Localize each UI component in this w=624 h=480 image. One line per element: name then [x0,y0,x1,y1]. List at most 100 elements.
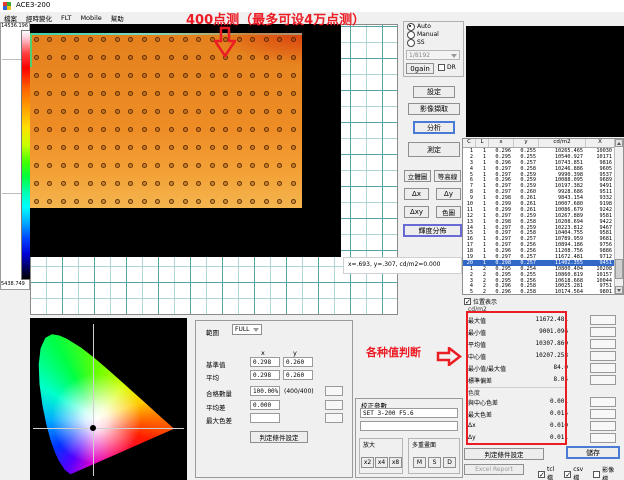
measure-point [264,37,269,42]
stat-limit-box[interactable] [590,351,616,361]
max-diff-field[interactable] [250,413,280,423]
base-y-field[interactable]: 0.260 [283,357,313,367]
contour-button[interactable]: 等高線 [434,170,461,182]
analyze-button[interactable]: 分析 [413,121,455,134]
color-map-button[interactable]: 色圖 [436,206,461,218]
measure-point [291,109,296,114]
zoom-button-x4[interactable]: x4 [375,457,388,468]
calibration-set-field[interactable]: SET 3-200 F5.6 [360,408,458,418]
dr-checkbox[interactable]: DR [438,64,456,71]
avg-y-field[interactable]: 0.260 [283,370,313,380]
measure-point [155,91,160,96]
stat-limit-box[interactable] [590,339,616,349]
pass-count-field[interactable]: 100.00% [250,386,280,396]
calibration-extra-field[interactable] [360,421,458,431]
delta-xy-button[interactable]: Δxy [404,206,429,218]
base-x-field[interactable]: 0.298 [250,357,280,367]
checkbox-icon[interactable]: ✓ [464,298,471,305]
stat-row: 標準偏差8.05 [468,376,568,385]
stat-limit-box[interactable] [590,433,616,443]
measure-point [155,37,160,42]
capture-radio-auto[interactable]: Auto [407,23,463,30]
measure-point [277,199,282,204]
app-window: ACE3-200 檔案經時變化FLTMobile幫助 14536.196 543… [0,0,624,480]
measure-point [183,145,188,150]
measure-point [169,73,174,78]
measure-point [210,109,215,114]
checkbox-icon[interactable] [438,64,445,71]
settings-button[interactable]: 設定 [413,86,455,98]
measure-point [74,55,79,60]
multi-screen-button-d[interactable]: D [443,457,456,468]
avg-diff-field[interactable]: 0.000 [250,400,280,410]
scrollbar-thumb[interactable] [615,259,623,279]
cie-chromaticity-diagram[interactable] [30,318,187,480]
measure-point [250,55,255,60]
save-button[interactable]: 儲存 [566,446,620,459]
menu-item[interactable]: FLT [61,14,71,22]
right-arrow-icon [436,347,462,366]
measure-point [183,163,188,168]
cie-crosshair-horizontal [33,428,184,429]
radio-icon[interactable] [407,31,415,39]
gain-button[interactable]: 0gain [406,63,434,74]
stat-value: 9001.096 [539,328,568,337]
measure-point [169,145,174,150]
measure-point [88,55,93,60]
measure-point [101,163,106,168]
scroll-down-button[interactable] [615,286,623,294]
capture-radio-ss[interactable]: SS [407,39,463,46]
file-check-tcl檔[interactable]: ✓tcl檔 [538,465,560,480]
measure-point [196,73,201,78]
measure-point [101,91,106,96]
stat-limit-box[interactable] [590,327,616,337]
measure-button[interactable]: 測定 [408,142,460,157]
multi-screen-button-s[interactable]: S [428,457,441,468]
stat-limit-box[interactable] [590,421,616,431]
radio-icon[interactable] [407,39,415,47]
shutter-select[interactable]: 1/8192 [406,50,460,60]
judge-condition-button[interactable]: 判定條件設定 [464,448,544,460]
position-display-checkbox[interactable]: ✓ 位置表示 [464,297,497,306]
measure-point [34,127,39,132]
values-annotation: 各种值判断 [366,344,421,360]
zoom-button-x8[interactable]: x8 [389,457,402,468]
avg-diff-limit-box[interactable] [325,400,343,410]
excel-report-button[interactable]: Excel Report [464,464,524,475]
stat-limit-box[interactable] [590,409,616,419]
zoom-button-x2[interactable]: x2 [361,457,374,468]
delta-y-button[interactable]: Δy [436,188,461,200]
menu-item[interactable]: Mobile [80,14,101,22]
judge-condition-button-2[interactable]: 判定條件設定 [250,431,308,443]
file-check-影像檔[interactable]: 影像檔 [593,465,620,480]
measure-point [142,37,147,42]
multi-screen-button-m[interactable]: M [413,457,426,468]
image-capture-button[interactable]: 影像擷取 [408,103,460,115]
table-scrollbar[interactable] [614,139,623,294]
checkbox-icon[interactable] [593,471,600,478]
range-select[interactable]: FULL [232,324,262,335]
radio-icon[interactable] [407,23,415,31]
avg-x-field[interactable]: 0.298 [250,370,280,380]
capture-radio-manual[interactable]: Manual [407,31,463,38]
scroll-up-button[interactable] [615,139,623,147]
menu-item[interactable]: 幫助 [111,13,124,23]
checkbox-icon[interactable]: ✓ [538,471,545,478]
file-check-csv檔[interactable]: ✓csv檔 [564,465,589,480]
file-check-label: csv檔 [573,466,589,480]
stat-limit-box[interactable] [590,363,616,373]
luminance-distribution-button[interactable]: 輝度分佈 [403,224,462,237]
solid-view-button[interactable]: 立體圖 [404,170,431,182]
checkbox-icon[interactable]: ✓ [564,471,571,478]
measurement-table[interactable]: CLxycd/m2X 110.2960.25510265.46510030210… [462,138,624,295]
table-body[interactable]: 110.2960.25510265.46510030210.2950.25510… [463,148,623,295]
stat-value: 0.011 [550,434,568,441]
stat-limit-box[interactable] [590,315,616,325]
pass-limit-box[interactable] [325,386,343,396]
measure-point [210,181,215,186]
stat-limit-box[interactable] [590,397,616,407]
stat-limit-box[interactable] [590,375,616,385]
max-diff-limit-box[interactable] [325,413,343,423]
delta-x-button[interactable]: Δx [404,188,429,200]
table-row[interactable]: 520.2960.25810174.5649801 [463,289,623,295]
